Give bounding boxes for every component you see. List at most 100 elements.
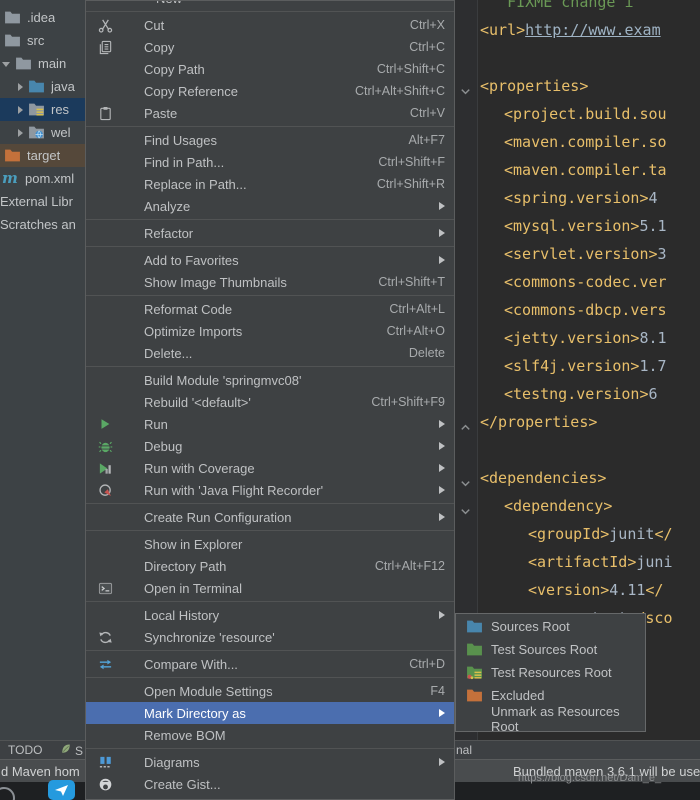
tree-row-main[interactable]: main	[0, 52, 85, 75]
debug-icon	[96, 438, 114, 454]
submenu-item-test-sources-root[interactable]: Test Sources Root	[456, 638, 645, 661]
jfr-icon	[96, 482, 114, 498]
menu-item-add-to-favorites[interactable]: Add to Favorites	[86, 249, 454, 271]
tree-row-res[interactable]: res	[0, 98, 85, 121]
menu-item-create-run-configuration[interactable]: Create Run Configuration	[86, 506, 454, 528]
menu-item-copy-reference[interactable]: Copy ReferenceCtrl+Alt+Shift+C	[86, 80, 454, 102]
menu-item-analyze[interactable]: Analyze	[86, 195, 454, 217]
submenu-item-label: Unmark as Resources Root	[491, 704, 637, 734]
menu-item-open-module-settings[interactable]: Open Module SettingsF4	[86, 680, 454, 702]
menu-item-label: Directory Path	[144, 559, 226, 574]
menu-item-rebuild-default[interactable]: Rebuild '<default>'Ctrl+Shift+F9	[86, 391, 454, 413]
tree-row-scratches-an[interactable]: Scratches an	[0, 213, 85, 236]
menu-item-label: New	[156, 1, 182, 6]
menu-item-directory-path[interactable]: Directory PathCtrl+Alt+F12	[86, 555, 454, 577]
tree-row-external-libr[interactable]: External Libr	[0, 190, 85, 213]
menu-item-copy-path[interactable]: Copy PathCtrl+Shift+C	[86, 58, 454, 80]
spring-tool-button-fragment[interactable]: S	[75, 744, 83, 758]
code-line[interactable]: <testng.version>6	[455, 380, 700, 408]
code-line[interactable]: <version>4.11</	[455, 576, 700, 604]
menu-item-local-history[interactable]: Local History	[86, 604, 454, 626]
menu-item-show-in-explorer[interactable]: Show in Explorer	[86, 533, 454, 555]
menu-item-build-module-springmvc08[interactable]: Build Module 'springmvc08'	[86, 369, 454, 391]
terminal-tool-button-fragment[interactable]: nal	[456, 743, 472, 757]
code-line[interactable]: <maven.compiler.so	[455, 128, 700, 156]
chevron-right-icon[interactable]	[18, 106, 23, 114]
code-line[interactable]	[455, 436, 700, 464]
menu-item-run-with-java-flight-recorder[interactable]: Run with 'Java Flight Recorder'	[86, 479, 454, 501]
menu-item-replace-in-path[interactable]: Replace in Path...Ctrl+Shift+R	[86, 173, 454, 195]
submenu-arrow-icon	[439, 420, 445, 428]
code-line[interactable]: <artifactId>juni	[455, 548, 700, 576]
code-area[interactable]: FIXME change i<url>http://www.exam <prope…	[455, 0, 700, 632]
tree-row-wel[interactable]: wel	[0, 121, 85, 144]
menu-item-shortcut: Ctrl+Alt+Shift+C	[355, 84, 445, 98]
code-line[interactable]: <properties>	[455, 72, 700, 100]
todo-tool-button[interactable]: TODO	[8, 743, 42, 757]
menu-icon-placeholder	[96, 132, 114, 148]
code-line[interactable]: FIXME change i	[455, 0, 700, 16]
menu-item-debug[interactable]: Debug	[86, 435, 454, 457]
submenu-item-test-resources-root[interactable]: Test Resources Root	[456, 661, 645, 684]
menu-item-create-gist[interactable]: Create Gist...	[86, 773, 454, 795]
menu-item-show-image-thumbnails[interactable]: Show Image ThumbnailsCtrl+Shift+T	[86, 271, 454, 293]
code-segment-tag: </properties>	[480, 413, 597, 431]
menu-item-new-partial[interactable]: New	[86, 1, 454, 9]
menu-item-paste[interactable]: PasteCtrl+V	[86, 102, 454, 124]
tree-row-java[interactable]: java	[0, 75, 85, 98]
menu-item-reformat-code[interactable]: Reformat CodeCtrl+Alt+L	[86, 298, 454, 320]
code-line[interactable]: <dependencies>	[455, 464, 700, 492]
submenu-item-unmark-as-resources-root[interactable]: Unmark as Resources Root	[456, 707, 645, 730]
tree-row-pom-xml[interactable]: mpom.xml	[0, 167, 85, 190]
code-line[interactable]	[455, 44, 700, 72]
fold-open-icon[interactable]	[459, 499, 473, 513]
code-line[interactable]: <groupId>junit</	[455, 520, 700, 548]
code-line[interactable]: </properties>	[455, 408, 700, 436]
code-line[interactable]: <mysql.version>5.1	[455, 212, 700, 240]
chevron-right-icon[interactable]	[18, 83, 23, 91]
code-line[interactable]: <dependency>	[455, 492, 700, 520]
menu-item-mark-directory-as[interactable]: Mark Directory as	[86, 702, 454, 724]
menu-item-optimize-imports[interactable]: Optimize ImportsCtrl+Alt+O	[86, 320, 454, 342]
menu-separator	[86, 126, 454, 127]
chevron-right-icon[interactable]	[18, 129, 23, 137]
code-segment-tag: </	[645, 581, 663, 599]
menu-item-remove-bom[interactable]: Remove BOM	[86, 724, 454, 746]
menu-item-diagrams[interactable]: Diagrams	[86, 751, 454, 773]
chevron-down-icon[interactable]	[2, 62, 10, 67]
code-line[interactable]: <spring.version>4	[455, 184, 700, 212]
menu-item-open-in-terminal[interactable]: Open in Terminal	[86, 577, 454, 599]
menu-item-synchronize-resource[interactable]: Synchronize 'resource'	[86, 626, 454, 648]
menu-item-cut[interactable]: CutCtrl+X	[86, 14, 454, 36]
code-line[interactable]: <maven.compiler.ta	[455, 156, 700, 184]
submenu-arrow-icon	[439, 611, 445, 619]
tree-row-src[interactable]: src	[0, 29, 85, 52]
menu-item-run-with-coverage[interactable]: Run with Coverage	[86, 457, 454, 479]
menu-icon-placeholder	[96, 727, 114, 743]
menu-item-delete[interactable]: Delete...Delete	[86, 342, 454, 364]
menu-item-run[interactable]: Run	[86, 413, 454, 435]
menu-item-copy[interactable]: CopyCtrl+C	[86, 36, 454, 58]
code-line[interactable]: <servlet.version>3	[455, 240, 700, 268]
menu-item-label: Debug	[144, 439, 182, 454]
menu-item-label: Show in Explorer	[144, 537, 242, 552]
code-line[interactable]: <jetty.version>8.1	[455, 324, 700, 352]
menu-item-find-usages[interactable]: Find UsagesAlt+F7	[86, 129, 454, 151]
menu-item-find-in-path[interactable]: Find in Path...Ctrl+Shift+F	[86, 151, 454, 173]
menu-item-refactor[interactable]: Refactor	[86, 222, 454, 244]
submenu-item-sources-root[interactable]: Sources Root	[456, 615, 645, 638]
fold-close-icon[interactable]	[459, 415, 473, 429]
code-line[interactable]: <commons-dbcp.vers	[455, 296, 700, 324]
submenu-arrow-icon	[439, 442, 445, 450]
menu-item-compare-with[interactable]: Compare With...Ctrl+D	[86, 653, 454, 675]
code-line[interactable]: <commons-codec.ver	[455, 268, 700, 296]
fold-open-icon[interactable]	[459, 79, 473, 93]
menu-item-label: Create Gist...	[144, 777, 221, 792]
tree-row-idea[interactable]: .idea	[0, 6, 85, 29]
fold-open-icon[interactable]	[459, 471, 473, 485]
tree-row-target[interactable]: target	[0, 144, 85, 167]
code-line[interactable]: <slf4j.version>1.7	[455, 352, 700, 380]
code-line[interactable]: <project.build.sou	[455, 100, 700, 128]
menu-item-label: Optimize Imports	[144, 324, 242, 339]
code-line[interactable]: <url>http://www.exam	[455, 16, 700, 44]
